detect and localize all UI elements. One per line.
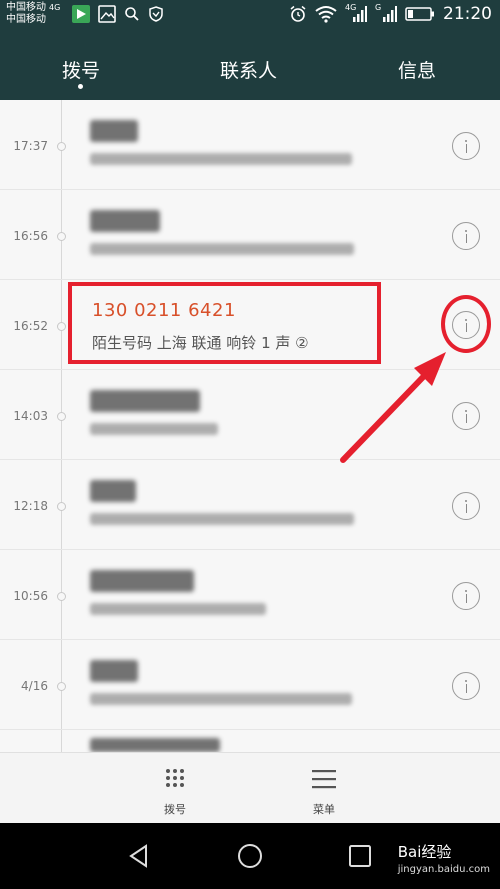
tab-messages[interactable]: 信息 (398, 56, 436, 83)
call-detail-blurred (90, 243, 354, 255)
call-time: 14:03 (13, 409, 48, 423)
timeline-node (57, 592, 66, 601)
call-time: 17:37 (13, 139, 48, 153)
call-time: 10:56 (13, 589, 48, 603)
info-icon[interactable] (452, 582, 480, 610)
recents-icon[interactable] (348, 844, 372, 868)
timeline-node (57, 232, 66, 241)
tab-bar: 拨号 联系人 信息 (0, 30, 500, 100)
call-detail-blurred (90, 153, 352, 165)
menu-label: 菜单 (313, 803, 335, 816)
call-log-row[interactable] (0, 730, 500, 752)
highlight-circle (441, 295, 491, 353)
call-time: 4/16 (21, 679, 48, 693)
shield-icon (149, 6, 163, 22)
watermark-brand: Bai经验 (397, 843, 452, 861)
signal-4g: 4G (345, 3, 367, 23)
dialpad-button[interactable]: 拨号 (145, 767, 205, 817)
wifi-icon (315, 6, 337, 23)
carrier-1: 中国移动 (6, 2, 46, 13)
call-log-row[interactable]: 12:18 (0, 460, 500, 550)
play-store-icon (72, 5, 90, 23)
dialpad-icon (166, 769, 184, 787)
call-log-row[interactable]: 10:56 (0, 550, 500, 640)
contact-name-blurred (90, 120, 138, 142)
call-log-row[interactable]: 17:37 (0, 100, 500, 190)
info-icon[interactable] (452, 402, 480, 430)
dialpad-label: 拨号 (164, 803, 186, 816)
call-detail-blurred (90, 423, 218, 435)
gallery-icon (98, 5, 116, 23)
contact-name-blurred (90, 210, 160, 232)
call-time: 16:56 (13, 229, 48, 243)
call-log-row[interactable]: 16:56 (0, 190, 500, 280)
timeline-node (57, 682, 66, 691)
menu-icon (312, 770, 336, 789)
info-icon[interactable] (452, 492, 480, 520)
contact-name-blurred (90, 738, 220, 752)
action-bar: 拨号 菜单 (0, 752, 500, 823)
home-icon[interactable] (236, 842, 264, 870)
info-icon[interactable] (452, 672, 480, 700)
contact-name-blurred (90, 480, 136, 502)
baidu-watermark: Bai经验 jingyan.baidu.com (398, 841, 490, 875)
watermark-url: jingyan.baidu.com (397, 864, 490, 875)
tab-dialer[interactable]: 拨号 (62, 56, 100, 83)
info-icon[interactable] (452, 132, 480, 160)
search-icon (125, 7, 139, 21)
call-detail-blurred (90, 693, 352, 705)
timeline-node (57, 142, 66, 151)
contact-name-blurred (90, 390, 200, 412)
timeline-node (57, 322, 66, 331)
call-time: 16:52 (13, 319, 48, 333)
call-log-list[interactable]: 17:37 16:56 16:52 130 0211 6421 陌生号码 上海 … (0, 100, 500, 752)
alarm-icon (290, 5, 306, 22)
contact-name-blurred (90, 660, 138, 682)
timeline-node (57, 502, 66, 511)
menu-button[interactable]: 菜单 (294, 767, 354, 817)
clock: 21:20 (443, 4, 492, 24)
info-icon[interactable] (452, 222, 480, 250)
call-log-row[interactable]: 4/16 (0, 640, 500, 730)
back-icon[interactable] (126, 843, 152, 869)
navigation-bar: Bai经验 jingyan.baidu.com (0, 823, 500, 889)
signal-icon (383, 6, 397, 22)
active-tab-indicator (78, 84, 83, 89)
highlight-box (68, 282, 381, 364)
tab-contacts[interactable]: 联系人 (220, 56, 277, 83)
signal-g: G (375, 3, 397, 23)
contact-name-blurred (90, 570, 194, 592)
call-log-row[interactable]: 14:03 (0, 370, 500, 460)
carrier-info: 中国移动 4G 中国移动 (6, 2, 60, 26)
call-detail-blurred (90, 513, 354, 525)
status-bar: 中国移动 4G 中国移动 4G G 21:20 (0, 0, 500, 30)
battery-icon (405, 7, 434, 21)
carrier-2: 中国移动 (6, 14, 46, 25)
call-detail-blurred (90, 603, 266, 615)
network-type: 4G (49, 3, 61, 12)
signal-icon (353, 6, 367, 22)
timeline-node (57, 412, 66, 421)
call-time: 12:18 (13, 499, 48, 513)
